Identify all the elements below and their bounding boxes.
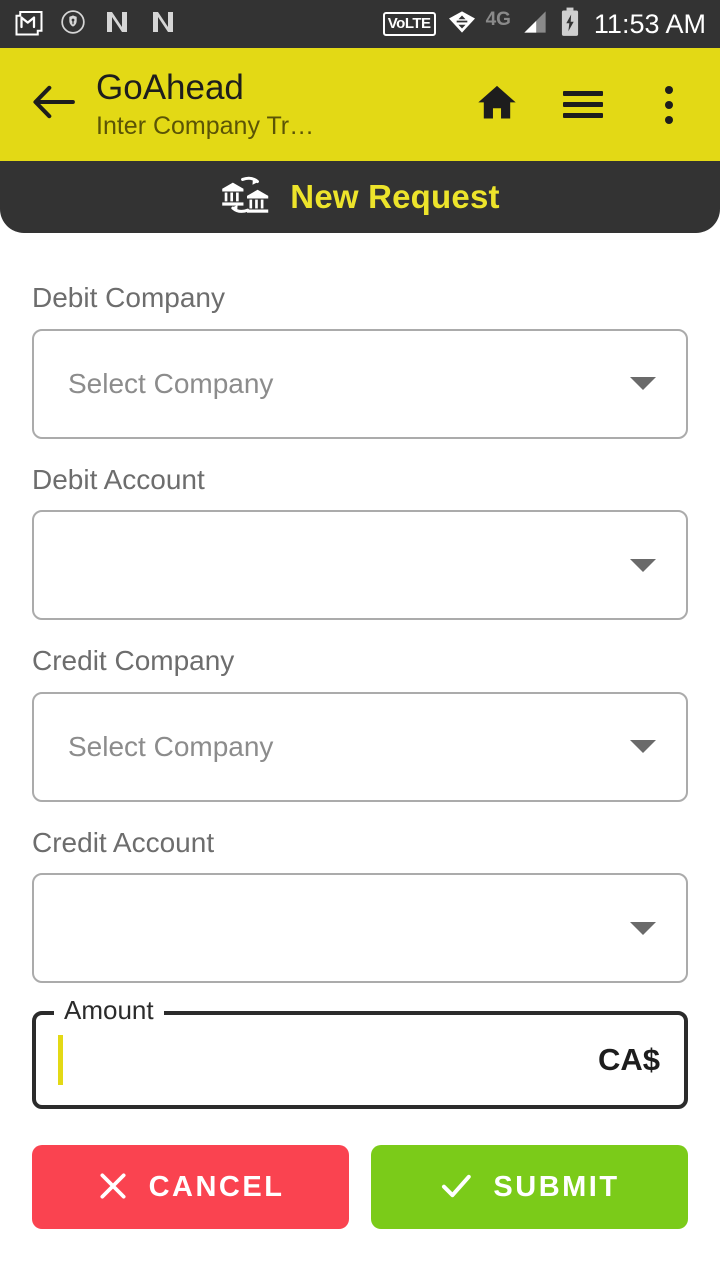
shield-key-icon — [60, 9, 86, 40]
form-actions: CANCEL SUBMIT — [0, 1145, 720, 1230]
debit-company-select[interactable]: Select Company — [32, 328, 688, 439]
check-icon — [439, 1169, 473, 1206]
battery-charging-icon — [559, 7, 581, 42]
status-bar-system-icons: VoLTE 4G 11:53 AM — [382, 7, 706, 42]
close-x-icon — [97, 1170, 129, 1205]
cancel-button[interactable]: CANCEL — [32, 1145, 349, 1230]
chevron-down-icon — [630, 921, 656, 935]
submit-button[interactable]: SUBMIT — [371, 1145, 688, 1230]
back-arrow-icon — [32, 84, 76, 125]
nova-icon — [102, 7, 132, 42]
credit-company-label: Credit Company — [32, 645, 235, 677]
status-bar-notification-icons — [14, 7, 178, 42]
chevron-down-icon — [630, 558, 656, 572]
home-icon — [475, 80, 519, 129]
home-button[interactable] — [474, 82, 520, 128]
back-button[interactable] — [26, 77, 82, 133]
debit-account-select[interactable] — [32, 510, 688, 621]
debit-company-label: Debit Company — [32, 282, 225, 313]
field-debit-company: Debit Company Select Company — [32, 281, 688, 439]
new-request-banner: New Request — [0, 161, 720, 233]
gmail-icon — [14, 7, 44, 42]
credit-company-value: Select Company — [68, 730, 274, 762]
chevron-down-icon — [630, 377, 656, 391]
volte-icon: VoLTE — [382, 12, 436, 36]
status-bar: VoLTE 4G 11:53 AM — [0, 0, 720, 48]
network-type-label: 4G — [485, 8, 511, 30]
field-credit-account: Credit Account — [32, 826, 688, 984]
hamburger-menu-icon — [563, 85, 603, 124]
bank-transfer-icon — [220, 172, 274, 223]
currency-suffix: CA$ — [597, 1042, 660, 1078]
credit-company-select[interactable]: Select Company — [32, 691, 688, 802]
wifi-data-transfer-icon — [445, 9, 479, 40]
transfer-request-form: Debit Company Select Company Debit Accou… — [0, 233, 720, 1110]
field-debit-account: Debit Account — [32, 463, 688, 621]
page-subtitle: Inter Company Tr… — [96, 111, 315, 140]
banner-title: New Request — [290, 178, 500, 215]
app-bar-actions — [474, 82, 692, 128]
app-bar-titles: GoAhead Inter Company Tr… — [96, 68, 474, 140]
status-bar-clock: 11:53 AM — [593, 8, 706, 39]
text-cursor — [58, 1035, 63, 1086]
amount-label: Amount — [54, 995, 164, 1027]
debit-account-label: Debit Account — [32, 463, 205, 495]
app-screen: VoLTE 4G 11:53 AM GoAhead Inter Company … — [0, 0, 720, 1280]
overflow-menu-button[interactable] — [646, 82, 692, 128]
submit-button-label: SUBMIT — [493, 1170, 620, 1203]
signal-bars-icon — [520, 9, 550, 40]
nova-icon-2 — [148, 7, 178, 42]
field-amount: Amount CA$ — [32, 995, 688, 1110]
app-bar: GoAhead Inter Company Tr… — [0, 48, 720, 161]
debit-company-value: Select Company — [68, 367, 274, 399]
cancel-button-label: CANCEL — [148, 1170, 285, 1203]
field-credit-company: Credit Company Select Company — [32, 644, 688, 802]
page-title: GoAhead — [96, 68, 244, 108]
credit-account-select[interactable] — [32, 873, 688, 984]
more-vertical-icon — [665, 85, 673, 124]
menu-button[interactable] — [560, 82, 606, 128]
credit-account-label: Credit Account — [32, 826, 215, 858]
chevron-down-icon — [630, 740, 656, 754]
